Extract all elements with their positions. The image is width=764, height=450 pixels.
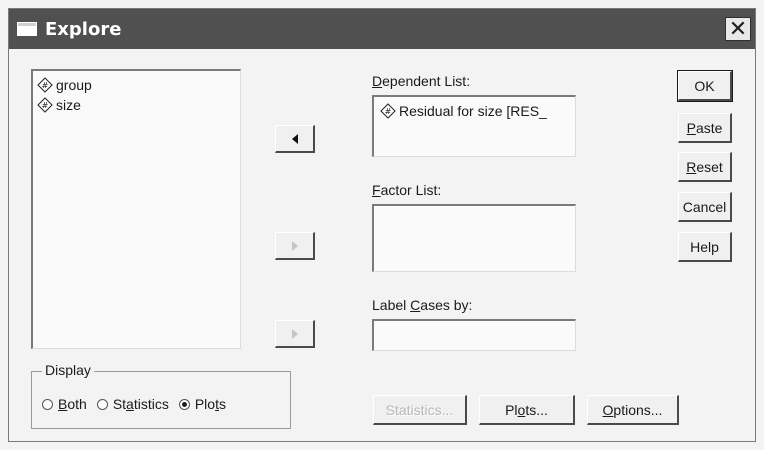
ok-button[interactable]: OK [677, 70, 733, 102]
plots-button[interactable]: Plots... [479, 395, 575, 425]
display-options: Both Statistics Plots [42, 396, 230, 412]
numeric-variable-icon: # [37, 77, 53, 93]
title-bar[interactable]: Explore ✕ [9, 9, 755, 49]
explore-dialog: Explore ✕ # group # size Dependent List: [8, 8, 756, 442]
move-to-dependent-button[interactable] [275, 125, 315, 153]
display-legend: Display [42, 362, 94, 378]
display-group: Display Both Statistics Plots [31, 362, 291, 429]
source-variable-list[interactable]: # group # size [31, 69, 241, 349]
radio-checked-icon [178, 398, 190, 410]
help-button[interactable]: Help [678, 232, 732, 262]
options-button[interactable]: Options... [587, 395, 679, 425]
list-item[interactable]: # Residual for size [RES_ [380, 101, 569, 121]
paste-button[interactable]: Paste [678, 113, 732, 143]
svg-text:#: # [42, 81, 49, 90]
factor-list-label: Factor List: [372, 182, 442, 198]
dependent-list[interactable]: # Residual for size [RES_ [372, 95, 576, 157]
numeric-variable-icon: # [380, 103, 396, 119]
list-item[interactable]: # group [37, 75, 236, 95]
radio-unchecked-icon [96, 398, 108, 410]
variable-name: Residual for size [RES_ [399, 103, 547, 119]
dependent-list-label: Dependent List: [372, 73, 471, 89]
arrow-right-icon [291, 328, 298, 339]
factor-list[interactable] [372, 204, 576, 272]
variable-name: group [56, 77, 92, 93]
display-both-radio[interactable]: Both [42, 396, 87, 412]
move-to-factor-button[interactable] [275, 232, 315, 260]
label-cases-field[interactable] [372, 319, 576, 351]
variable-name: size [56, 97, 81, 113]
svg-text:#: # [385, 107, 392, 116]
radio-unchecked-icon [42, 398, 53, 410]
window-title: Explore [45, 18, 122, 40]
list-item[interactable]: # size [37, 95, 236, 115]
arrow-right-icon [291, 240, 298, 251]
cancel-button[interactable]: Cancel [678, 192, 732, 222]
display-statistics-radio[interactable]: Statistics [96, 396, 169, 412]
label-cases-label: Label Cases by: [372, 297, 473, 313]
arrow-left-icon [291, 133, 298, 144]
display-plots-radio[interactable]: Plots [178, 396, 226, 412]
window-icon [17, 22, 37, 36]
statistics-button[interactable]: Statistics... [373, 395, 467, 425]
svg-text:#: # [42, 101, 49, 110]
close-icon: ✕ [728, 16, 748, 41]
numeric-variable-icon: # [37, 97, 53, 113]
move-to-label-cases-button[interactable] [275, 320, 315, 348]
close-button[interactable]: ✕ [725, 17, 751, 41]
reset-button[interactable]: Reset [678, 152, 732, 182]
